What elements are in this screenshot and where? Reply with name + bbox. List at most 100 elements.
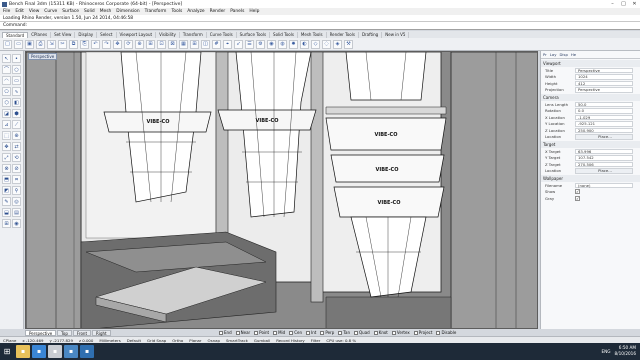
status-y-2177-829[interactable]: y -2177.829 <box>49 338 73 343</box>
left-tool-25-icon[interactable]: ◩ <box>2 186 11 195</box>
material-icon[interactable]: ◍ <box>278 39 287 49</box>
left-tool-9-icon[interactable]: ⬡ <box>2 98 11 107</box>
osnap-checkbox[interactable] <box>254 330 259 335</box>
left-tool-15-icon[interactable]: ⬚ <box>2 131 11 140</box>
zoom-selected-icon[interactable]: ⊠ <box>168 39 177 49</box>
left-tool-23-icon[interactable]: ⬒ <box>2 175 11 184</box>
panel-tab-he[interactable]: He <box>571 52 576 57</box>
options-icon[interactable]: ⚒ <box>344 39 353 49</box>
left-tool-30-icon[interactable]: ▤ <box>12 208 21 217</box>
left-tool-13-icon[interactable]: ⊿ <box>2 120 11 129</box>
left-tool-11-icon[interactable]: ◪ <box>2 109 11 118</box>
language-indicator[interactable]: ENG <box>601 349 610 354</box>
ghost-icon[interactable]: ◌ <box>322 39 331 49</box>
property-value[interactable]: -1.029 <box>575 114 633 120</box>
osnap-disable[interactable]: Disable <box>436 330 456 335</box>
panel-tab-pr[interactable]: Pr <box>543 52 547 57</box>
close-button[interactable]: ✕ <box>629 0 640 8</box>
menu-item-help[interactable]: Help <box>249 9 259 14</box>
menu-item-surface[interactable]: Surface <box>62 9 79 14</box>
four-views-icon[interactable]: ⊞ <box>190 39 199 49</box>
osnap-checkbox[interactable] <box>306 330 311 335</box>
left-tool-24-icon[interactable]: ⌗ <box>12 175 21 184</box>
status-ortho[interactable]: Ortho <box>172 338 183 343</box>
cplane-icon[interactable]: ◫ <box>201 39 210 49</box>
left-tool-20-icon[interactable]: ⟲ <box>12 153 21 162</box>
status-z-0-000[interactable]: z 0.000 <box>79 338 93 343</box>
properties-icon[interactable]: ⚙ <box>256 39 265 49</box>
osnap-end[interactable]: End <box>219 330 232 335</box>
left-tool-4-icon[interactable]: ○ <box>12 65 21 74</box>
left-tool-27-icon[interactable]: ✎ <box>2 197 11 206</box>
snap-icon[interactable]: ⌖ <box>223 39 232 49</box>
perspective-viewport[interactable]: VIBE-CO VIBE-CO VIBE-CO VIBE-CO VIBE-CO … <box>25 51 538 329</box>
osnap-cen[interactable]: Cen <box>289 330 302 335</box>
property-value[interactable]: 412 <box>575 80 633 86</box>
open-icon[interactable]: ▭ <box>14 39 23 49</box>
new-icon[interactable]: □ <box>3 39 12 49</box>
status-planar[interactable]: Planar <box>189 338 201 343</box>
property-value[interactable]: -925.121 <box>575 121 633 127</box>
status-grid-snap[interactable]: Grid Snap <box>147 338 166 343</box>
status-cpu-use-0-8[interactable]: CPU use: 0.8 % <box>326 338 356 343</box>
osnap-checkbox[interactable] <box>235 330 240 335</box>
light-icon[interactable]: ✹ <box>289 39 298 49</box>
viewport-icon[interactable]: ▦ <box>179 39 188 49</box>
redo-icon[interactable]: ↷ <box>102 39 111 49</box>
menu-item-transform[interactable]: Transform <box>145 9 167 14</box>
property-value[interactable]: Perspective <box>575 87 633 93</box>
menu-item-render[interactable]: Render <box>210 9 226 14</box>
osnap-checkbox[interactable] <box>373 330 378 335</box>
status-millimeters[interactable]: Millimeters <box>99 338 120 343</box>
osnap-int[interactable]: Int <box>306 330 316 335</box>
status-gumball[interactable]: Gumball <box>254 338 270 343</box>
osnap-quad[interactable]: Quad <box>354 330 370 335</box>
left-tool-8-icon[interactable]: ∿ <box>12 87 21 96</box>
osnap-mid[interactable]: Mid <box>273 330 285 335</box>
menu-item-mesh[interactable]: Mesh <box>100 9 112 14</box>
left-tool-10-icon[interactable]: ◧ <box>12 98 21 107</box>
left-tool-19-icon[interactable]: ⤢ <box>2 153 11 162</box>
status-record-history[interactable]: Record History <box>276 338 305 343</box>
panel-tab-disp[interactable]: Disp <box>560 52 568 57</box>
property-value[interactable]: 50.0 <box>575 101 633 107</box>
mail-icon[interactable]: ▪ <box>64 345 78 358</box>
osnap-near[interactable]: Near <box>235 330 250 335</box>
wire-icon[interactable]: ◇ <box>311 39 320 49</box>
rotate-icon[interactable]: ⟳ <box>124 39 133 49</box>
zoom-window-icon[interactable]: ⊞ <box>146 39 155 49</box>
left-tool-17-icon[interactable]: ✥ <box>2 142 11 151</box>
osnap-knot[interactable]: Knot <box>373 330 388 335</box>
menu-item-analyze[interactable]: Analyze <box>187 9 204 14</box>
copy-icon[interactable]: ⧉ <box>69 39 78 49</box>
import-icon[interactable]: ⇲ <box>47 39 56 49</box>
osnap-perp[interactable]: Perp <box>320 330 334 335</box>
osnap-checkbox[interactable] <box>338 330 343 335</box>
menu-item-dimension[interactable]: Dimension <box>116 9 139 14</box>
property-value[interactable]: 250.900 <box>575 127 633 133</box>
clock[interactable]: 6:50 AM 8/10/2016 <box>615 345 636 357</box>
property-value[interactable]: 1024 <box>575 74 633 80</box>
left-tool-2-icon[interactable]: • <box>12 54 21 63</box>
osnap-checkbox[interactable] <box>436 330 441 335</box>
left-tool-6-icon[interactable]: ▭ <box>12 76 21 85</box>
left-tool-7-icon[interactable]: ⬠ <box>2 87 11 96</box>
osnap-tan[interactable]: Tan <box>338 330 350 335</box>
xray-icon[interactable]: ◈ <box>333 39 342 49</box>
viewport-tab-right[interactable]: Right <box>92 329 111 336</box>
osnap-checkbox[interactable] <box>354 330 359 335</box>
property-value[interactable]: 0.0 <box>575 108 633 114</box>
left-tool-28-icon[interactable]: ◎ <box>12 197 21 206</box>
layer-icon[interactable]: ☰ <box>245 39 254 49</box>
grid-icon[interactable]: # <box>212 39 221 49</box>
property-value[interactable]: (none) <box>575 182 633 188</box>
osnap-checkbox[interactable] <box>391 330 396 335</box>
property-value[interactable]: 270.506 <box>575 161 633 167</box>
left-tool-29-icon[interactable]: ⬓ <box>2 208 11 217</box>
viewport-title[interactable]: Perspective <box>28 53 58 60</box>
left-tool-16-icon[interactable]: ⊕ <box>12 131 21 140</box>
osnap-vertex[interactable]: Vertex <box>391 330 410 335</box>
menu-item-view[interactable]: View <box>29 9 39 14</box>
cut-icon[interactable]: ✂ <box>58 39 67 49</box>
windows-start-icon[interactable]: ⊞ <box>0 343 14 360</box>
